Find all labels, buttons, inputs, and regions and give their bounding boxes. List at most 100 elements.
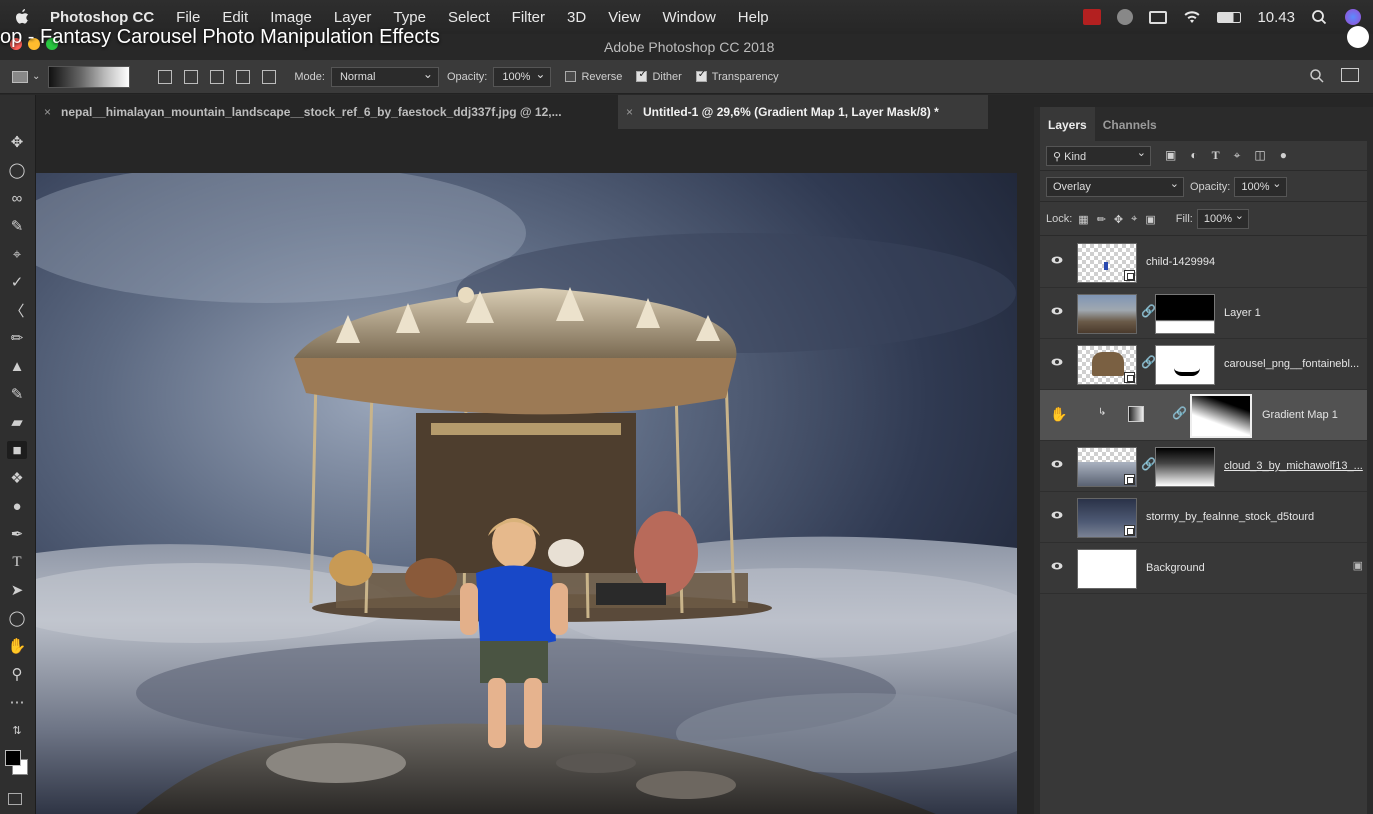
menu-type[interactable]: Type	[393, 9, 426, 26]
opacity-field[interactable]: 100%	[493, 66, 552, 87]
radial-gradient-icon[interactable]	[184, 69, 199, 84]
layer-row-stormy[interactable]: stormy_by_fealnne_stock_d5tourd	[1040, 492, 1367, 543]
checkbox-box[interactable]	[565, 71, 577, 82]
red-app-icon[interactable]	[1083, 9, 1102, 25]
shape-filter-icon[interactable]: ⌖	[1234, 148, 1241, 163]
layer-name[interactable]: cloud_3_by_michawolf13_...	[1224, 460, 1363, 472]
chevron-down-icon[interactable]: ⌄	[32, 71, 40, 82]
menu-view[interactable]: View	[608, 9, 640, 26]
angle-gradient-icon[interactable]	[210, 69, 225, 84]
eyedropper-tool-icon[interactable]: ✓	[7, 273, 27, 291]
healing-tool-icon[interactable]: 〈	[7, 301, 27, 320]
layer-name[interactable]: Background	[1146, 562, 1205, 574]
tab-nepal-document[interactable]: × nepal__himalayan_mountain_landscape__s…	[36, 95, 618, 129]
foreground-color-swatch[interactable]	[5, 750, 21, 766]
tab-untitled-document[interactable]: × Untitled-1 @ 29,6% (Gradient Map 1, La…	[618, 95, 988, 129]
filter-kind-select[interactable]: ⚲ Kind	[1046, 145, 1151, 166]
layer-row-cloud[interactable]: 🔗 cloud_3_by_michawolf13_...	[1040, 441, 1367, 492]
blur-tool-icon[interactable]: ❖	[7, 469, 27, 487]
hand-tool-icon[interactable]: ✋	[7, 637, 27, 655]
marquee-tool-icon[interactable]: ◯	[7, 161, 27, 179]
lock-position-icon[interactable]: ✥	[1114, 213, 1123, 226]
layer-row-background[interactable]: Background ▣	[1040, 543, 1367, 594]
display-icon[interactable]	[1149, 10, 1168, 24]
reverse-checkbox[interactable]: Reverse	[565, 71, 622, 83]
lock-icon[interactable]: ▣	[1353, 559, 1363, 572]
gradient-picker[interactable]	[48, 65, 131, 88]
menu-clock[interactable]: 10.43	[1257, 9, 1295, 26]
lasso-tool-icon[interactable]: ∞	[7, 189, 27, 207]
layer-name[interactable]: stormy_by_fealnne_stock_d5tourd	[1146, 511, 1314, 523]
stamp-tool-icon[interactable]: ▲	[7, 357, 27, 375]
lock-artboard-icon[interactable]: ⌖	[1131, 213, 1137, 226]
menu-app-name[interactable]: Photoshop CC	[50, 9, 154, 26]
lock-image-icon[interactable]: ✏	[1097, 213, 1106, 226]
eye-icon[interactable]	[1051, 356, 1063, 368]
watch-later-icon[interactable]	[1347, 26, 1369, 48]
menu-layer[interactable]: Layer	[334, 9, 372, 26]
gradient-tool-icon[interactable]: ■	[7, 441, 27, 459]
wifi-icon[interactable]	[1183, 9, 1201, 25]
type-tool-icon[interactable]: T	[7, 553, 27, 571]
layer-row-layer-1[interactable]: 🔗 Layer 1	[1040, 288, 1367, 339]
dither-checkbox[interactable]: Dither	[636, 69, 682, 83]
menu-edit[interactable]: Edit	[222, 9, 248, 26]
link-icon[interactable]: 🔗	[1172, 406, 1187, 420]
menu-help[interactable]: Help	[738, 9, 769, 26]
transparency-checkbox[interactable]: Transparency	[695, 69, 779, 83]
menu-window[interactable]: Window	[662, 9, 715, 26]
record-icon[interactable]	[1117, 9, 1134, 25]
layer-row-child[interactable]: child-1429994	[1040, 237, 1367, 288]
layer-name[interactable]: Gradient Map 1	[1262, 409, 1338, 421]
layer-mask-thumbnail[interactable]	[1155, 345, 1215, 385]
siri-icon[interactable]	[1345, 9, 1361, 25]
quick-mask-icon[interactable]	[8, 793, 22, 805]
lock-transparent-icon[interactable]: ▦	[1078, 213, 1088, 226]
link-icon[interactable]: 🔗	[1141, 355, 1156, 369]
menu-3d[interactable]: 3D	[567, 9, 586, 26]
search-icon[interactable]	[1309, 68, 1325, 84]
brush-tool-icon[interactable]: ✏	[7, 329, 27, 347]
layer-name[interactable]: carousel_png__fontainebl...	[1224, 358, 1359, 370]
layer-mask-thumbnail[interactable]	[1190, 394, 1252, 438]
type-filter-icon[interactable]: T	[1212, 148, 1220, 163]
dodge-tool-icon[interactable]: ●	[7, 497, 27, 515]
menu-select[interactable]: Select	[448, 9, 490, 26]
path-select-tool-icon[interactable]: ➤	[7, 581, 27, 599]
diamond-gradient-icon[interactable]	[262, 69, 277, 84]
adjustment-filter-icon[interactable]: ◐	[1190, 148, 1197, 163]
layer-thumbnail[interactable]	[1077, 294, 1137, 334]
fill-field[interactable]: 100%	[1196, 209, 1249, 229]
link-icon[interactable]: 🔗	[1141, 304, 1156, 318]
menu-image[interactable]: Image	[270, 9, 312, 26]
layer-name[interactable]: child-1429994	[1146, 256, 1215, 268]
blend-mode-select[interactable]: Overlay	[1046, 176, 1184, 197]
layer-opacity-field[interactable]: 100%	[1234, 176, 1287, 197]
layer-thumbnail[interactable]	[1077, 498, 1137, 538]
layer-row-gradient-map[interactable]: ✋ ↳ 🔗 Gradient Map 1	[1040, 390, 1367, 441]
history-brush-tool-icon[interactable]: ✎	[7, 385, 27, 403]
checkbox-box[interactable]	[695, 69, 707, 82]
menu-file[interactable]: File	[176, 9, 200, 26]
pen-tool-icon[interactable]: ✒	[7, 525, 27, 543]
linear-gradient-icon[interactable]	[158, 69, 173, 84]
layer-row-carousel[interactable]: 🔗 carousel_png__fontainebl...	[1040, 339, 1367, 390]
layer-mask-thumbnail[interactable]	[1155, 447, 1215, 487]
document-canvas[interactable]	[36, 173, 1017, 814]
mode-select[interactable]: Normal	[330, 66, 439, 87]
layer-mask-thumbnail[interactable]	[1155, 294, 1215, 334]
close-tab-icon[interactable]: ×	[626, 105, 633, 119]
gradient-map-adjustment-icon[interactable]	[1128, 406, 1144, 422]
eye-icon[interactable]	[1051, 509, 1063, 521]
eraser-tool-icon[interactable]: ▰	[7, 413, 27, 431]
crop-tool-icon[interactable]: ⌖	[7, 245, 27, 263]
move-tool-icon[interactable]: ✥	[7, 133, 27, 151]
tab-layers[interactable]: Layers	[1040, 107, 1095, 141]
eye-icon[interactable]	[1051, 458, 1063, 470]
layer-thumbnail[interactable]	[1077, 345, 1137, 385]
workspace-icon[interactable]	[1341, 68, 1359, 82]
layer-thumbnail[interactable]	[1077, 243, 1137, 283]
lock-all-icon[interactable]: ▣	[1145, 213, 1155, 226]
link-icon[interactable]: 🔗	[1141, 457, 1156, 471]
menu-filter[interactable]: Filter	[512, 9, 545, 26]
